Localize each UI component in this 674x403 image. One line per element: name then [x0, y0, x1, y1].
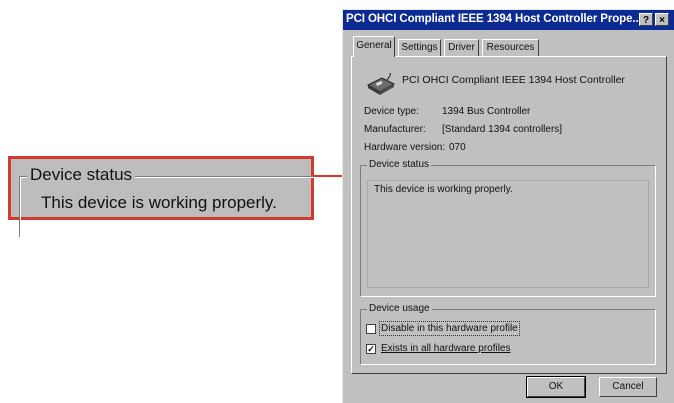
disable-profile-label[interactable]: Disable in this hardware profile: [379, 321, 520, 336]
callout-legend: Device status: [27, 165, 136, 185]
manufacturer-label: Manufacturer:: [364, 124, 426, 135]
exists-profiles-option[interactable]: ✓ Exists in all hardware profiles: [366, 343, 511, 354]
ok-button[interactable]: OK: [526, 376, 586, 398]
tab-general[interactable]: General: [353, 36, 395, 57]
device-status-group: Device status This device is working pro…: [360, 159, 656, 297]
exists-profiles-label[interactable]: Exists in all hardware profiles: [381, 343, 511, 354]
tab-driver[interactable]: Driver: [444, 39, 479, 56]
controller-card-icon: [366, 73, 396, 95]
tab-settings[interactable]: Settings: [398, 39, 441, 56]
device-usage-legend: Device usage: [367, 303, 432, 314]
device-status-callout: Device status This device is working pro…: [8, 156, 320, 237]
callout-text: This device is working properly.: [41, 193, 277, 212]
hardware-version-value: 070: [449, 142, 466, 153]
help-button[interactable]: ?: [639, 13, 653, 26]
device-status-legend: Device status: [367, 159, 432, 170]
device-status-text: This device is working properly.: [374, 184, 513, 195]
manufacturer-value: [Standard 1394 controllers]: [442, 124, 563, 135]
device-status-box: This device is working properly.: [367, 180, 649, 288]
general-tab-panel: PCI OHCI Compliant IEEE 1394 Host Contro…: [351, 56, 667, 374]
exists-profiles-checkbox[interactable]: ✓: [366, 343, 376, 354]
title-bar[interactable]: PCI OHCI Compliant IEEE 1394 Host Contro…: [343, 10, 674, 30]
device-name: PCI OHCI Compliant IEEE 1394 Host Contro…: [402, 74, 625, 86]
properties-dialog: PCI OHCI Compliant IEEE 1394 Host Contro…: [342, 9, 674, 403]
window-title: PCI OHCI Compliant IEEE 1394 Host Contro…: [346, 13, 642, 25]
device-usage-group: Device usage: [360, 303, 656, 365]
device-type-label: Device type:: [364, 106, 420, 117]
tab-resources[interactable]: Resources: [482, 39, 539, 56]
device-type-value: 1394 Bus Controller: [442, 106, 531, 117]
cancel-button[interactable]: Cancel: [599, 377, 657, 397]
close-button[interactable]: ×: [655, 13, 669, 26]
hardware-version-label: Hardware version:: [364, 142, 446, 153]
disable-profile-option[interactable]: Disable in this hardware profile: [366, 321, 520, 336]
disable-profile-checkbox[interactable]: [366, 323, 376, 334]
